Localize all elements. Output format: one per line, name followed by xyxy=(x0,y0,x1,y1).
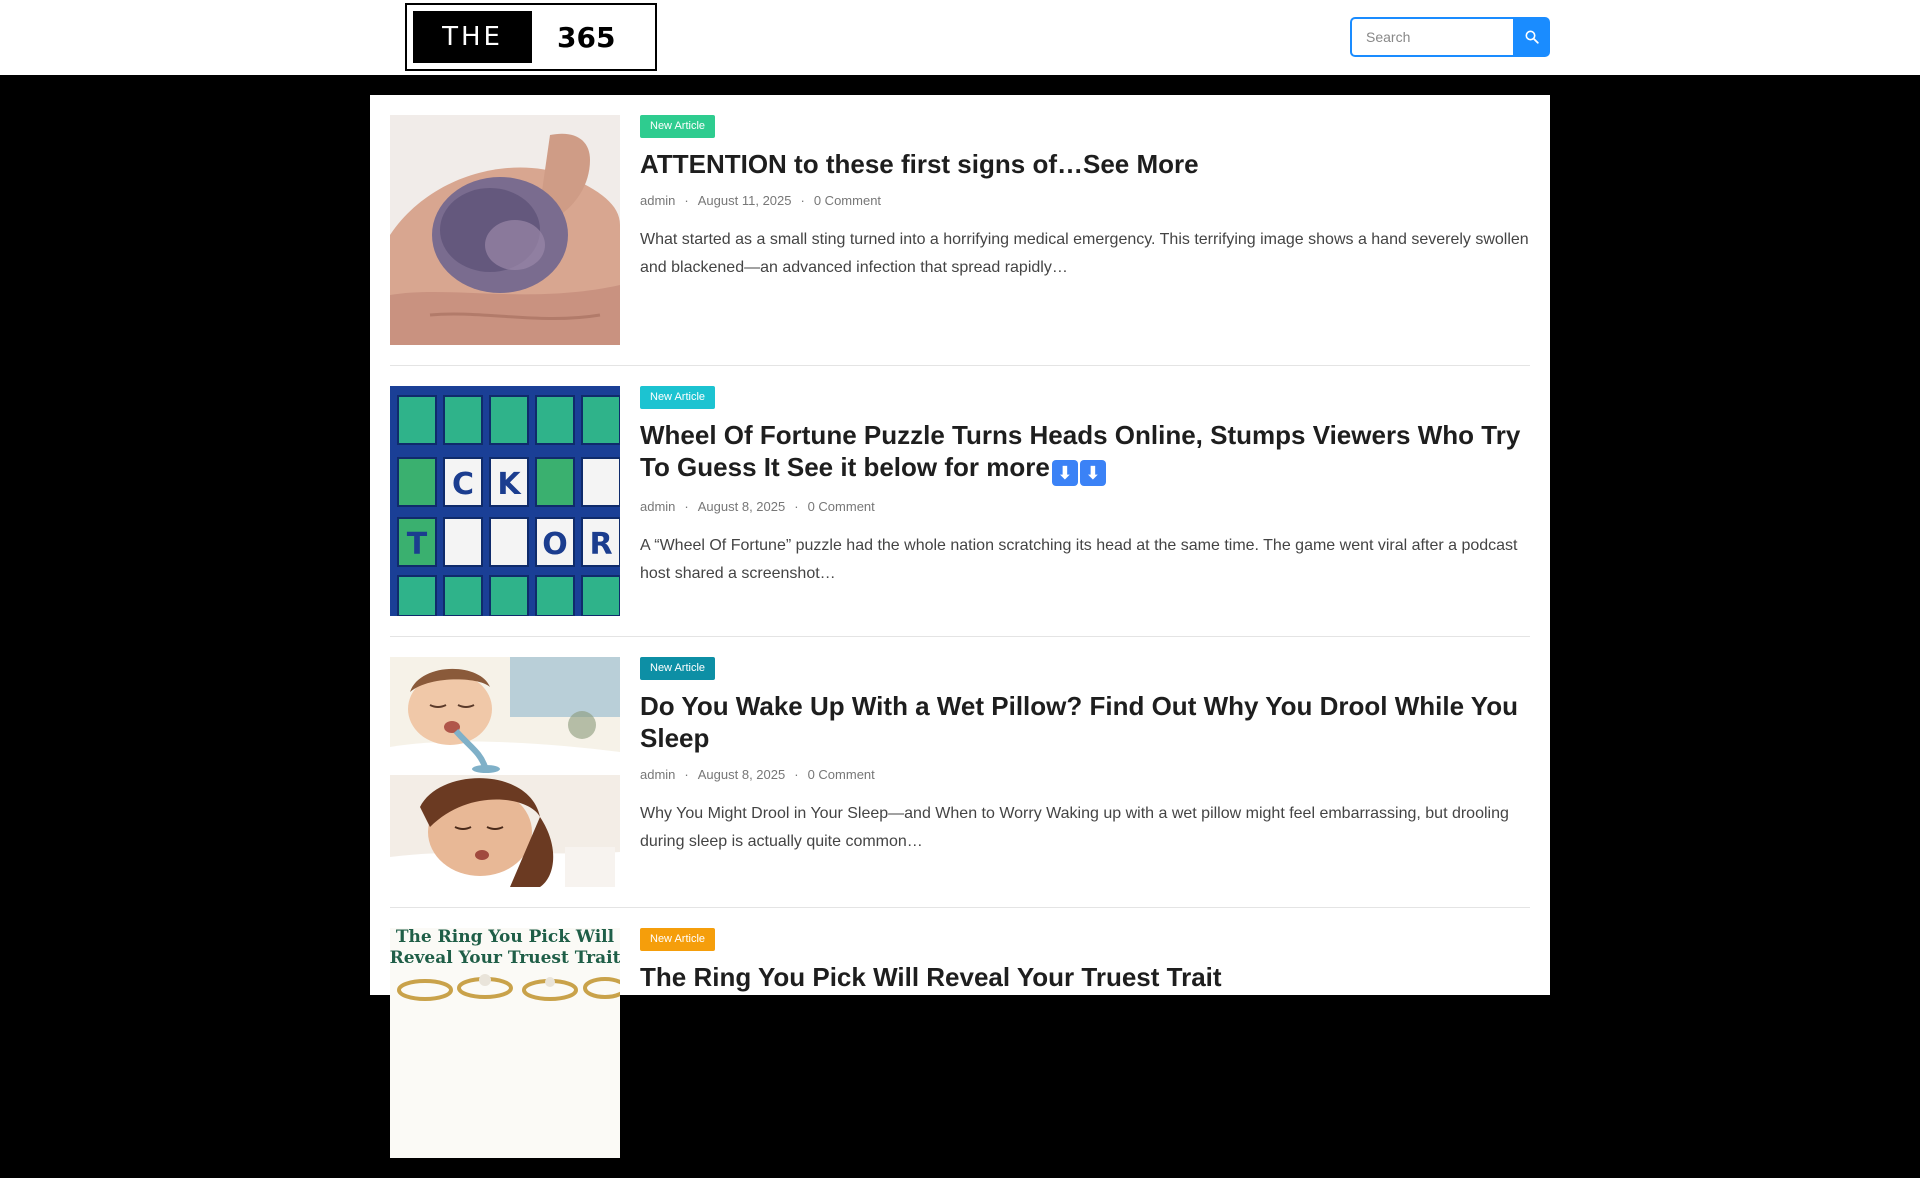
article-thumbnail[interactable]: C K T O R xyxy=(390,386,620,616)
search-input[interactable] xyxy=(1350,17,1513,57)
logo-right-text: 365 xyxy=(557,20,616,54)
category-badge[interactable]: New Article xyxy=(640,657,716,680)
list-item: C K T O R New Article Wheel Of Fortune P… xyxy=(390,386,1530,637)
author-link[interactable]: admin xyxy=(640,767,675,782)
down-arrow-icon: ⬇ xyxy=(1079,460,1106,486)
divider xyxy=(390,636,1530,637)
meta-separator: · xyxy=(684,499,689,514)
svg-text:K: K xyxy=(497,467,522,502)
article-thumbnail[interactable] xyxy=(390,657,620,887)
article-thumbnail[interactable] xyxy=(390,115,620,345)
article-thumbnail[interactable]: The Ring You Pick Will Reveal Your Trues… xyxy=(390,928,620,1158)
search-form xyxy=(1350,17,1550,57)
site-logo[interactable]: THE 365 xyxy=(405,3,657,71)
list-item: New Article Do You Wake Up With a Wet Pi… xyxy=(390,657,1530,908)
site-header: THE 365 xyxy=(0,0,1920,75)
comment-count[interactable]: 0 Comment xyxy=(808,767,875,782)
article-text: New Article The Ring You Pick Will Revea… xyxy=(640,928,1530,993)
article-title[interactable]: The Ring You Pick Will Reveal Your Trues… xyxy=(640,961,1530,993)
meta-separator: · xyxy=(684,767,689,782)
logo-left-text: THE xyxy=(413,11,532,63)
comment-count[interactable]: 0 Comment xyxy=(814,193,881,208)
meta-separator: · xyxy=(684,193,689,208)
article-title[interactable]: ATTENTION to these first signs of…See Mo… xyxy=(640,148,1530,180)
author-link[interactable]: admin xyxy=(640,499,675,514)
comment-count[interactable]: 0 Comment xyxy=(808,499,875,514)
svg-text:R: R xyxy=(589,527,612,562)
divider xyxy=(390,907,1530,908)
category-badge[interactable]: New Article xyxy=(640,928,716,951)
svg-text:T: T xyxy=(407,527,428,562)
category-badge[interactable]: New Article xyxy=(640,386,716,409)
article-excerpt: What started as a small sting turned int… xyxy=(640,231,1529,276)
article-excerpt: A “Wheel Of Fortune” puzzle had the whol… xyxy=(640,537,1518,582)
article-text: New Article ATTENTION to these first sig… xyxy=(640,115,1530,282)
thumbnail-caption: The Ring You Pick Will xyxy=(396,928,615,947)
post-date[interactable]: August 8, 2025 xyxy=(698,499,785,514)
meta-separator: · xyxy=(800,193,805,208)
search-button[interactable] xyxy=(1513,17,1550,57)
article-meta: admin · August 8, 2025 · 0 Comment xyxy=(640,499,1530,514)
article-excerpt: Why You Might Drool in Your Sleep—and Wh… xyxy=(640,805,1509,850)
post-date[interactable]: August 8, 2025 xyxy=(698,767,785,782)
author-link[interactable]: admin xyxy=(640,193,675,208)
svg-text:O: O xyxy=(542,527,568,562)
meta-separator: · xyxy=(794,767,799,782)
search-icon xyxy=(1525,30,1539,44)
list-item: New Article ATTENTION to these first sig… xyxy=(390,115,1530,366)
article-list: New Article ATTENTION to these first sig… xyxy=(370,95,1550,1158)
article-title[interactable]: Do You Wake Up With a Wet Pillow? Find O… xyxy=(640,690,1530,754)
thumbnail-caption: Reveal Your Truest Trait xyxy=(390,948,620,968)
article-title[interactable]: Wheel Of Fortune Puzzle Turns Heads Onli… xyxy=(640,419,1530,486)
category-badge[interactable]: New Article xyxy=(640,115,716,138)
meta-separator: · xyxy=(794,499,799,514)
list-item: The Ring You Pick Will Reveal Your Trues… xyxy=(390,928,1530,1178)
article-text: New Article Wheel Of Fortune Puzzle Turn… xyxy=(640,386,1530,588)
divider xyxy=(390,365,1530,366)
article-text: New Article Do You Wake Up With a Wet Pi… xyxy=(640,657,1530,856)
article-meta: admin · August 11, 2025 · 0 Comment xyxy=(640,193,1530,208)
svg-text:C: C xyxy=(452,467,474,502)
post-date[interactable]: August 11, 2025 xyxy=(698,193,792,208)
down-arrow-icon: ⬇ xyxy=(1051,460,1078,486)
article-meta: admin · August 8, 2025 · 0 Comment xyxy=(640,767,1530,782)
